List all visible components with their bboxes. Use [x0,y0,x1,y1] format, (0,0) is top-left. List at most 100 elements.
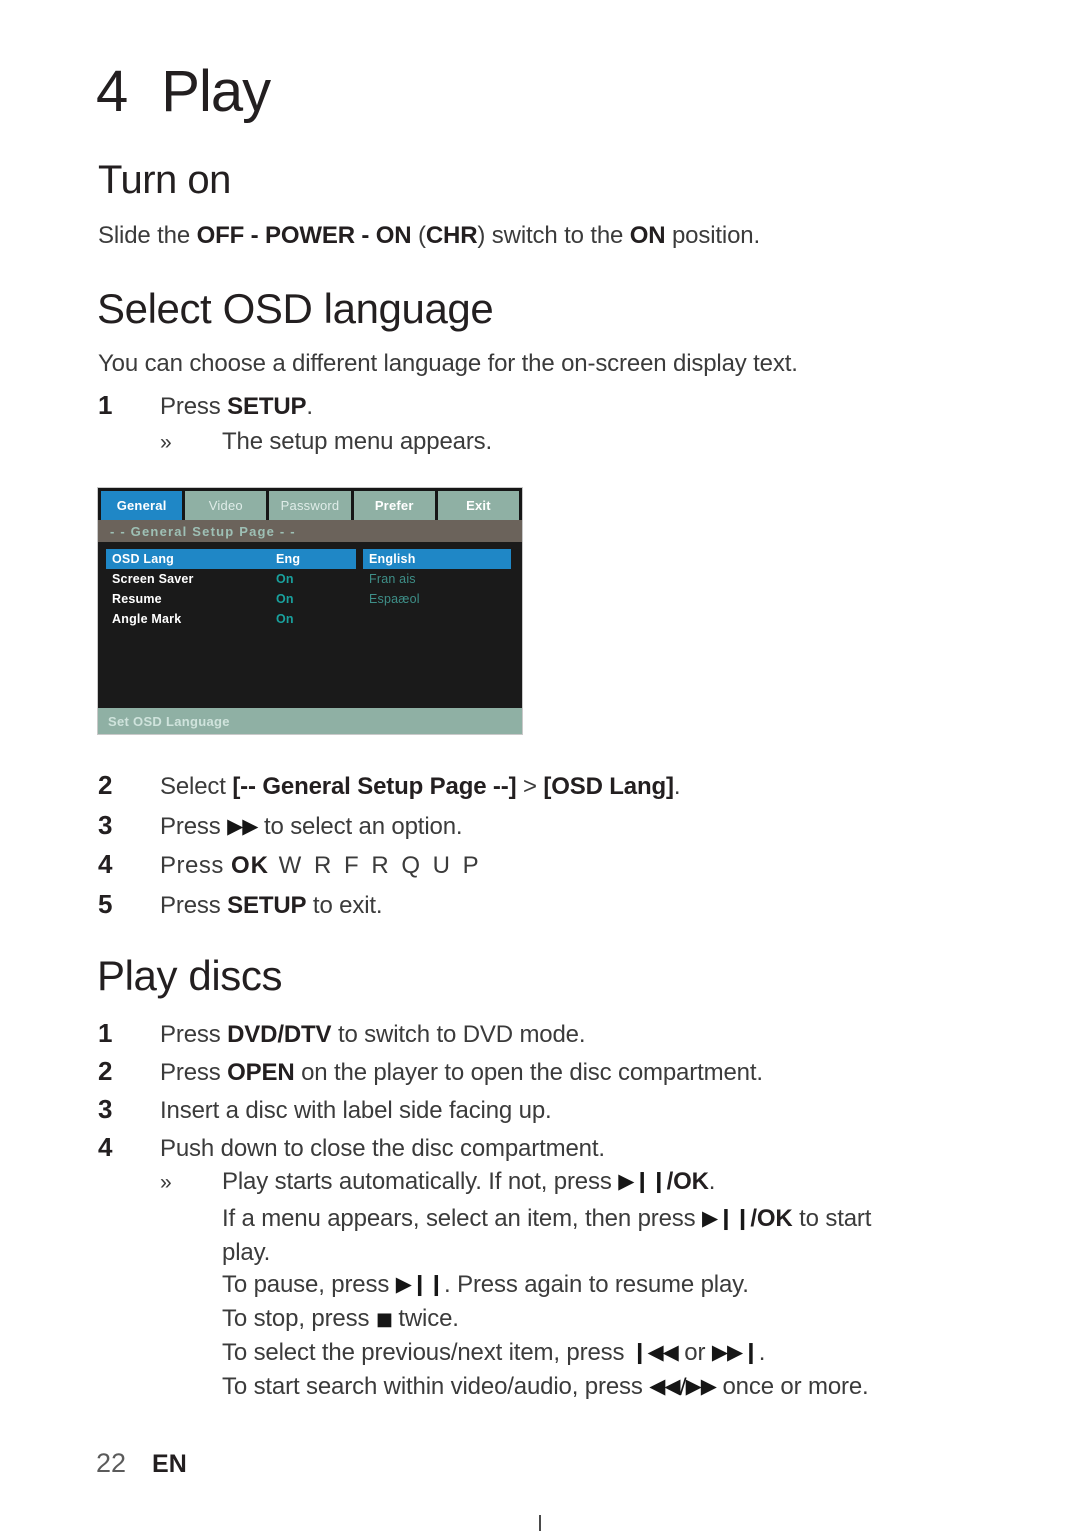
step-text: Press SETUP. [160,393,313,421]
step-text-bold: OPEN [227,1059,295,1086]
turn-on-bold-3: ON [629,222,666,249]
osd-setting-value: On [276,572,294,586]
play-note-1: » Play starts automatically. If not, pre… [160,1168,715,1196]
step-text-post: . [306,393,313,420]
step-text-post: on the player to open the disc compartme… [294,1059,763,1086]
note-text-pre: If a menu appears, select an item, then … [222,1205,703,1232]
osd-setting-row-osd-lang: OSD Lang Eng [106,549,356,569]
footer-page-number: 22 [96,1448,127,1478]
play-note-7: To start search within video/audio, pres… [222,1373,869,1401]
step-text-post: W R F R Q U P [269,852,482,879]
osd-option-francais: Fran ais [369,572,416,586]
note-text-post: twice. [391,1305,459,1332]
osd-tab-bar: General Video Password Prefer Exit [98,488,522,520]
step-text-pre: Press [160,393,228,420]
osd-status-bar: Set OSD Language [98,708,522,734]
step-text: Push down to close the disc compartment. [160,1135,605,1162]
registration-mark [539,1515,541,1531]
chapter-number: 4 [96,59,128,124]
step-text-pre: Press [160,852,232,879]
step-text-bold: SETUP [227,892,307,919]
turn-on-bold-2: CHR [425,222,478,249]
note-text-pre: To select the previous/next item, press [222,1339,631,1366]
step-text: Press SETUP to exit. [160,892,383,920]
document-page: 4 Play Turn on Slide the OFF - POWER - O… [0,0,1080,1537]
osd-setting-row-angle-mark: Angle Mark On [106,609,356,629]
section-heading-select-osd: Select OSD language [97,285,494,332]
note-text-post: or [677,1339,712,1366]
note-text: Play starts automatically. If not, press… [222,1168,715,1196]
step-play-4: 4 Push down to close the disc compartmen… [98,1132,605,1163]
note-text-post: once or more. [715,1373,869,1400]
osd-setting-label: Screen Saver [112,572,194,586]
step-osd-4: 4 Press OK W R F R Q U P [98,849,482,880]
step-text-pre: Press [160,1021,228,1048]
step-number: 2 [98,770,113,800]
step-text-post: to exit. [306,892,383,919]
osd-page-title: - - General Setup Page - - [98,520,522,542]
step-number: 3 [98,1094,113,1124]
osd-setting-row-resume: Resume On [106,589,356,609]
osd-setting-label: Resume [112,592,162,606]
osd-option-espanol: Espaæol [369,592,420,606]
step-text-post: to select an option. [257,813,463,840]
step-osd-1: 1 Press SETUP. [98,390,313,421]
step-text-pre: Press [160,813,228,840]
step-text: Press DVD/DTV to switch to DVD mode. [160,1021,586,1049]
stop-icon: ■ [375,1309,393,1330]
step-text-bold: OK [231,852,270,879]
section-heading-play-discs: Play discs [97,952,283,999]
step-text: Press OK W R F R Q U P [160,852,482,880]
play-note-4: To pause, press ▶❙❙. Press again to resu… [222,1271,749,1299]
step-text-pre: Press [160,1059,228,1086]
chapter-heading: 4 Play [96,58,271,125]
step-play-3: 3 Insert a disc with label side facing u… [98,1094,552,1125]
play-note-3: play. [222,1239,271,1266]
step-osd-3: 3 Press ▶▶ to select an option. [98,810,463,841]
osd-settings-list: OSD Lang Eng Screen Saver On Resume On A… [106,549,356,629]
play-pause-icon: ▶❙❙ [395,1272,445,1296]
turn-on-paragraph: Slide the OFF - POWER - ON (CHR) switch … [98,222,760,250]
step-number: 5 [98,889,113,919]
note-text-bold: /OK [750,1205,793,1232]
step-text-bold2: [OSD Lang] [543,773,674,800]
page-footer: 22 EN [96,1448,187,1479]
turn-on-bold-1: OFF - POWER - ON [196,222,412,249]
select-osd-intro: You can choose a different language for … [98,350,798,377]
play-pause-icon: ▶❙❙ [702,1206,751,1230]
osd-setting-value: Eng [276,552,301,566]
previous-track-icon: ❙◀◀ [630,1340,679,1364]
step-osd-5: 5 Press SETUP to exit. [98,889,383,920]
step-text: Insert a disc with label side facing up. [160,1097,552,1124]
note-text-post: . Press again to resume play. [444,1271,749,1298]
step-text-mid: > [516,773,544,800]
osd-language-options: English Fran ais Espaæol [363,549,511,609]
osd-setup-menu-screenshot: General Video Password Prefer Exit - - G… [97,487,523,735]
turn-on-text-2: ( [411,222,426,249]
step-number: 2 [98,1056,113,1086]
step-play-1: 1 Press DVD/DTV to switch to DVD mode. [98,1018,586,1049]
section-heading-turn-on: Turn on [98,158,231,202]
turn-on-text-3: ) switch to the [477,222,630,249]
note-marker: » [160,431,172,454]
step-text: Press OPEN on the player to open the dis… [160,1059,763,1087]
step-number: 3 [98,810,113,840]
note-marker: » [160,1171,172,1194]
play-note-2: If a menu appears, select an item, then … [222,1205,871,1233]
step-number: 1 [98,390,113,420]
osd-tab-exit: Exit [437,491,520,520]
note-text-pre: Play starts automatically. If not, press [222,1168,619,1195]
note-text-pre: To stop, press [222,1305,376,1332]
osd-setting-row-screen-saver: Screen Saver On [106,569,356,589]
note-text-bold: /OK [666,1168,709,1195]
note-text-post2: . [758,1339,766,1366]
note-text-pre: To pause, press [222,1271,396,1298]
step-text-pre: Select [160,773,233,800]
osd-setting-value: On [276,612,294,626]
step-osd-1-note: » The setup menu appears. [160,428,492,456]
step-play-2: 2 Press OPEN on the player to open the d… [98,1056,763,1087]
play-note-6: To select the previous/next item, press … [222,1339,765,1367]
play-pause-icon: ▶❙❙ [618,1169,667,1193]
note-text: The setup menu appears. [222,428,493,455]
step-osd-2: 2 Select [-- General Setup Page --] > [O… [98,770,681,801]
